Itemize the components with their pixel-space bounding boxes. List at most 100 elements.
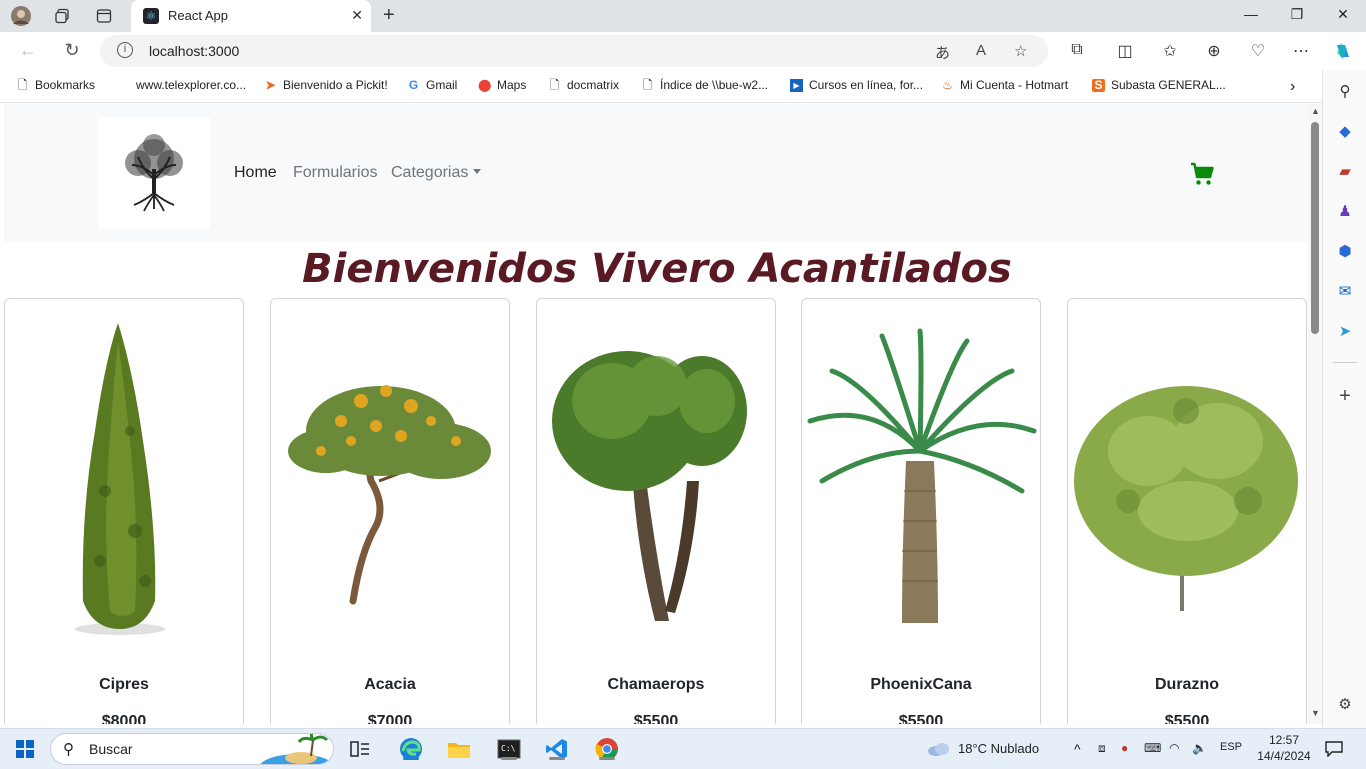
read-aloud-icon[interactable]: A [976,42,986,59]
browser-essentials-icon[interactable]: ♡ [1247,41,1269,61]
address-toolbar: ← ↻ i localhost:3000 あ A ☆ ⧉ ◫ ✩ ⊕ ♡ ⋯ [0,32,1366,70]
nav-home-link[interactable]: Home [234,164,277,182]
product-card[interactable]: Acacia $7000 [270,298,510,724]
outlook-icon[interactable]: ✉ [1335,282,1355,302]
tab-actions-icon[interactable] [91,4,117,28]
favorites-icon[interactable]: ✩ [1159,41,1181,61]
volume-icon[interactable]: 🔈 [1192,741,1207,755]
more-options-icon[interactable]: ⋯ [1290,41,1312,61]
workspaces-icon[interactable] [49,4,75,28]
file-explorer-icon[interactable] [446,737,472,761]
copilot-icon[interactable] [1332,41,1354,66]
drop-icon[interactable]: ➤ [1335,322,1355,342]
restore-icon[interactable]: ❐ [1282,6,1312,23]
product-card[interactable]: Durazno $5500 [1067,298,1307,724]
scroll-up-arrow-icon[interactable]: ▲ [1311,106,1320,116]
clock-date[interactable]: 14/4/2024 [1253,749,1315,763]
close-tab-icon[interactable]: ✕ [351,7,363,24]
weather-text[interactable]: 18°C Nublado [958,741,1039,756]
wifi-icon[interactable]: ◠ [1169,741,1179,755]
search-icon[interactable]: ⚲ [1335,82,1355,102]
show-hidden-icons-chevron-icon[interactable]: ^ [1074,741,1081,757]
games-icon[interactable]: ♟ [1335,202,1355,222]
scrollbar-thumb[interactable] [1311,122,1319,334]
document-icon: 🗋 [549,77,560,92]
microsoft-365-icon[interactable]: ⬢ [1335,242,1355,262]
bookmarks-bar: 🗋 Bookmarks www.telexplorer.co... ➤ Bienve… [0,70,1366,103]
input-indicator-icon[interactable]: ⌨ [1144,741,1161,755]
react-favicon-icon: ⚛ [143,8,159,24]
scroll-down-arrow-icon[interactable]: ▼ [1311,708,1320,718]
s-logo-icon: S [1092,78,1105,92]
extensions-icon[interactable]: ⧉ [1066,41,1088,59]
phoenix-canariensis-palm-image [807,328,1037,623]
close-window-icon[interactable]: ✕ [1328,6,1358,23]
page-scrollbar[interactable]: ▲ ▼ [1308,104,1322,724]
url-text[interactable]: localhost:3000 [149,43,239,59]
meet-now-icon[interactable]: ⧈ [1098,741,1106,756]
tools-briefcase-icon[interactable]: ▰ [1335,162,1355,182]
chevron-down-icon [473,169,482,174]
add-sidebar-icon[interactable]: + [1335,386,1355,406]
clock-time[interactable]: 12:57 [1260,733,1308,747]
bookmark-cursos[interactable]: ▶ Cursos en línea, for... [790,78,923,92]
search-icon: ⚲ [63,741,74,758]
bookmark-hotmart[interactable]: ♨ Mi Cuenta - Hotmart [941,78,1068,92]
edge-taskbar-icon[interactable] [398,737,424,761]
notification-center-icon[interactable] [1322,737,1346,761]
settings-gear-icon[interactable]: ⚙ [1335,695,1355,715]
bookmark-subasta[interactable]: S Subasta GENERAL... [1092,78,1226,92]
profile-avatar-icon[interactable] [8,4,34,28]
task-view-icon[interactable] [348,737,372,761]
bookmark-docmatrix[interactable]: 🗋 docmatrix [548,78,619,92]
bookmark-bookmarks[interactable]: 🗋 Bookmarks [16,78,95,92]
weather-cloud-icon[interactable] [926,737,952,761]
windows-start-icon[interactable] [14,737,36,761]
cypress-tree-image [75,323,165,635]
shopping-tag-icon[interactable]: ◆ [1335,122,1355,142]
back-icon[interactable]: ← [16,40,40,61]
refresh-icon[interactable]: ↻ [60,40,84,61]
bookmark-indice[interactable]: 🗋 Índice de \\bue-w2... [641,78,768,92]
maps-pin-icon: ⬤ [478,77,492,92]
taskbar-search-label: Buscar [89,741,133,757]
tab-title: React App [168,8,228,23]
bookmark-telexplorer[interactable]: www.telexplorer.co... [136,78,246,92]
new-tab-icon[interactable]: + [383,4,395,27]
play-icon: ▶ [790,78,803,92]
sidebar-divider [1333,362,1357,363]
chamaerops-palm-image [552,351,747,621]
shopping-cart-icon[interactable] [1190,162,1214,191]
bookmark-gmail[interactable]: G Gmail [407,78,458,92]
product-price: $8000 [101,713,147,724]
collections-icon[interactable]: ⊕ [1203,41,1225,61]
favorite-star-icon[interactable]: ☆ [1014,42,1027,60]
svg-text:C:\: C:\ [501,744,516,753]
vscode-icon[interactable] [544,737,570,761]
more-bookmarks-chevron-icon[interactable]: › [1290,78,1295,96]
bookmark-maps[interactable]: ⬤ Maps [478,78,526,92]
bookmark-pickit[interactable]: ➤ Bienvenido a Pickit! [264,77,387,92]
notifications-badge-icon[interactable]: ● [1121,741,1128,755]
address-bar[interactable]: i localhost:3000 あ A ☆ [100,35,1048,67]
nav-forms-link[interactable]: Formularios [293,164,377,182]
beach-search-highlight-icon [260,734,333,764]
product-card[interactable]: Cipres $8000 [4,298,244,724]
split-screen-icon[interactable]: ◫ [1114,41,1136,61]
tab-react-app[interactable]: ⚛ React App ✕ [131,0,371,32]
nav-categories-dropdown[interactable]: Categorias [391,164,482,182]
product-card[interactable]: Chamaerops $5500 [536,298,776,724]
translate-icon[interactable]: あ [935,42,950,63]
site-info-icon[interactable]: i [117,42,133,58]
pickit-icon: ➤ [265,77,276,92]
chrome-icon[interactable] [594,737,620,761]
running-indicator [599,757,615,760]
taskbar-search[interactable]: ⚲ Buscar [50,733,334,765]
site-logo[interactable] [98,117,210,229]
product-card[interactable]: PhoenixCana $5500 [801,298,1041,724]
language-indicator[interactable]: ESP [1220,741,1242,753]
minimize-icon[interactable]: — [1236,6,1266,22]
terminal-icon[interactable]: C:\ [496,737,522,761]
tree-of-life-logo-icon [125,134,183,212]
product-name: Acacia [364,676,416,693]
